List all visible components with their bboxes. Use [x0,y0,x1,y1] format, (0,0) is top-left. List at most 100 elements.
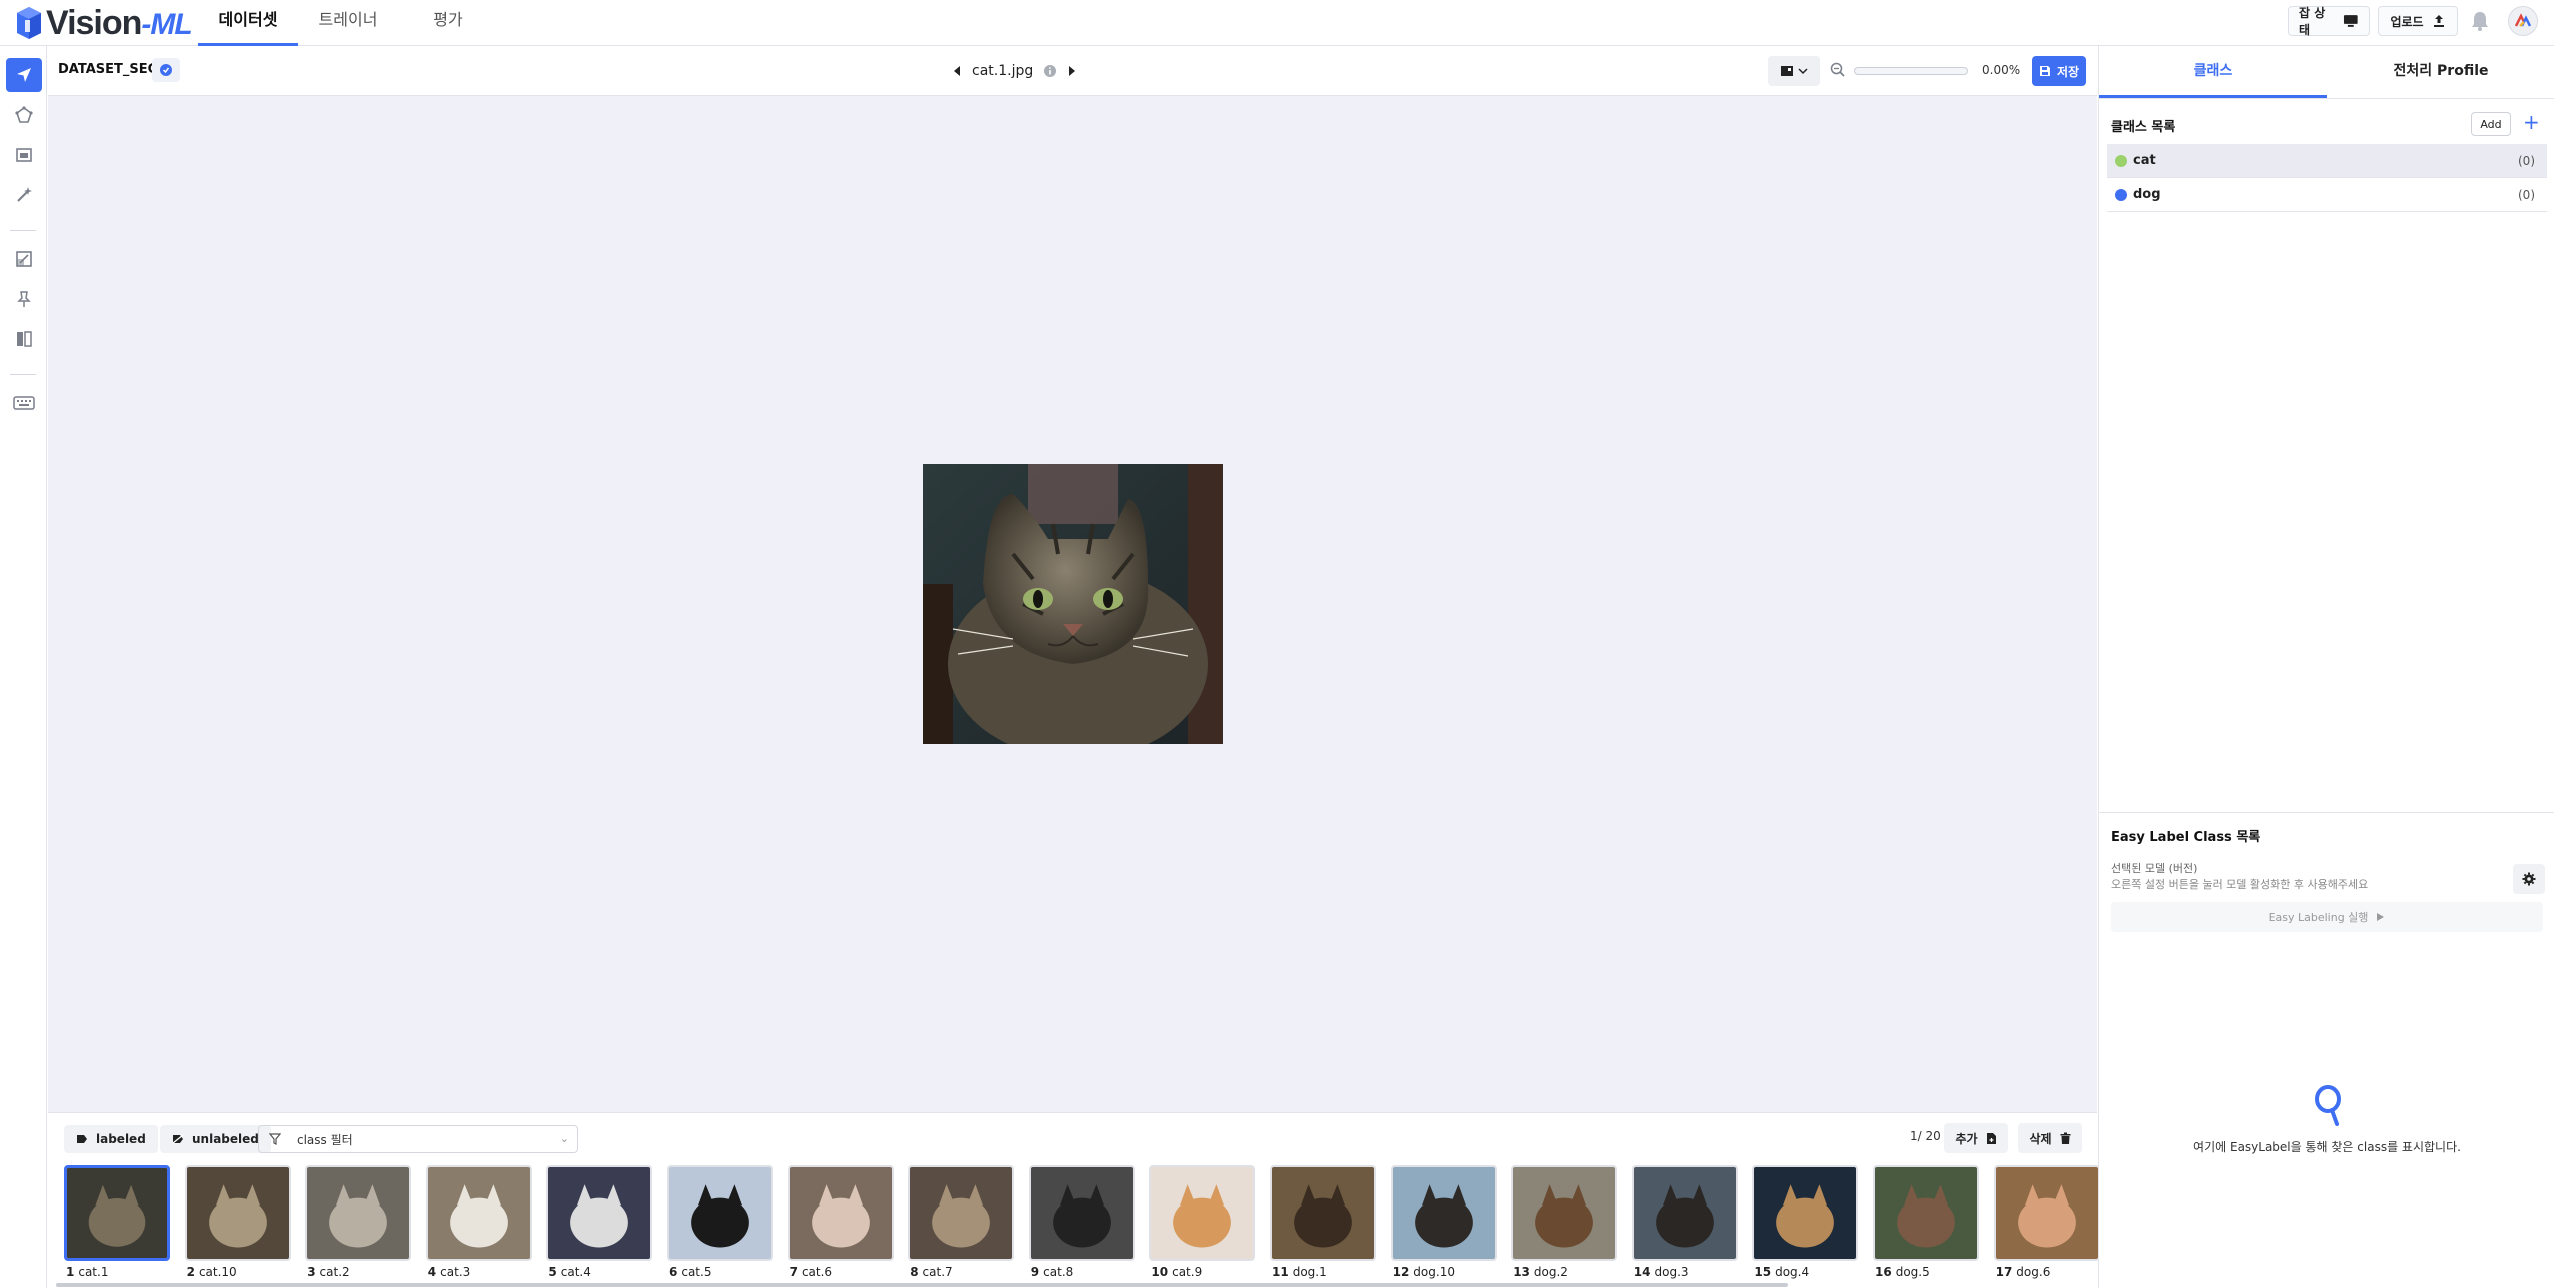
thumbnail-item[interactable] [1873,1165,1979,1261]
thumbnail-item[interactable] [425,1165,532,1261]
thumbnail-item[interactable] [1270,1165,1376,1261]
dataset-name: DATASET_SEG [58,62,159,77]
thumbnail-label: 14 dog.3 [1634,1265,1689,1279]
thumbnail-item[interactable] [1149,1165,1256,1261]
view-mode-select[interactable] [1768,56,1820,86]
nav-tab-dataset[interactable]: 데이터셋 [198,0,298,46]
nav-tab-evaluation[interactable]: 평가 [398,0,498,46]
crop-tool[interactable] [6,242,42,276]
thumbnail-name: cat.1 [78,1265,109,1279]
dataset-info-button[interactable] [152,58,180,82]
class-filter-select[interactable]: class 필터 ⌄ [258,1125,578,1153]
easy-label-title: Easy Label Class 목록 [2111,830,2261,845]
thumbnail-number: 7 [789,1265,798,1279]
thumbnail-image [1754,1167,1857,1259]
thumbnail-name: cat.6 [801,1265,833,1279]
upload-label: 업로드 [2390,14,2424,29]
thumbnail-image [1151,1167,1254,1259]
file-info-icon[interactable] [1043,64,1057,78]
save-button[interactable]: 저장 [2032,56,2086,86]
app-logo[interactable]: Vision-ML [16,4,193,42]
class-list-title: 클래스 목록 [2111,120,2176,135]
polygon-tool[interactable] [6,98,42,132]
keyboard-tool[interactable] [6,386,42,420]
thumbnail-item[interactable] [787,1165,894,1261]
class-filter-placeholder: class 필터 [297,1132,353,1147]
model-settings-button[interactable] [2513,864,2545,894]
thumbnail-number: 3 [307,1265,316,1279]
chevron-down-icon: ⌄ [559,1132,569,1145]
thumbnail-image [1995,1167,2098,1259]
annotation-canvas[interactable] [48,96,2097,1112]
workspace-toolbar: DATASET_SEG cat.1.jpg 0.00% 저장 [48,46,2097,96]
thumbnail-image [1633,1167,1736,1259]
thumbnail-image [307,1167,410,1259]
thumbnail-item[interactable] [64,1165,170,1261]
filmstrip: labeled unlabeled class 필터 ⌄ 1/ 20 추가 삭제… [48,1112,2100,1288]
user-avatar[interactable] [2508,6,2538,36]
zoom-icon[interactable] [1830,62,1846,78]
thumbnail-number: 12 [1392,1265,1410,1279]
thumbnail-item[interactable] [305,1165,412,1261]
thumbnail-item[interactable] [1993,1165,2100,1261]
thumbnail-item[interactable] [1028,1165,1135,1261]
class-row-cat[interactable]: cat (0) [2107,144,2547,178]
thumbnail-name: cat.4 [560,1265,591,1279]
model-hint: 오른쪽 설정 버튼을 눌러 모델 활성화한 후 사용해주세요 [2111,878,2369,891]
prev-image-icon[interactable] [952,65,962,77]
delete-image-label: 삭제 [2029,1131,2052,1146]
filmstrip-scrollbar[interactable] [56,1283,1788,1287]
tab-preprocess-profile[interactable]: 전처리 Profile [2327,46,2554,98]
zoom-slider[interactable] [1854,67,1968,75]
add-class-button[interactable]: Add [2471,112,2511,136]
class-name: cat [2133,153,2156,168]
thumbnail-item[interactable] [908,1165,1015,1261]
app-root: Vision-ML 데이터셋 트레이너 평가 잡 상태 업로드 DATASET_… [0,0,2554,1288]
bell-icon[interactable] [2470,10,2490,32]
thumbnail-item[interactable] [1511,1165,1618,1261]
class-row-dog[interactable]: dog (0) [2107,178,2547,212]
thumbnail-name: cat.3 [440,1265,471,1279]
thumbnail-label: 2 cat.10 [187,1265,237,1279]
thumbnail-label: 15 dog.4 [1754,1265,1809,1279]
class-count: (0) [2518,187,2535,202]
magic-wand-tool[interactable] [6,178,42,212]
thumbnail-label: 4 cat.3 [428,1265,470,1279]
thumbnail-number: 8 [910,1265,919,1279]
labeled-filter-chip[interactable]: labeled [64,1125,158,1153]
compare-tool[interactable] [6,322,42,356]
add-file-icon [1986,1132,1996,1144]
thumbnail-item[interactable] [546,1165,653,1261]
thumbnail-number: 13 [1513,1265,1530,1279]
delete-image-button[interactable]: 삭제 [2018,1123,2082,1153]
thumbnail-name: dog.6 [2016,1265,2051,1279]
unlabeled-filter-chip[interactable]: unlabeled [160,1125,271,1153]
next-image-icon[interactable] [1067,65,1077,77]
panel-divider [2099,812,2554,813]
easy-labeling-run-button[interactable]: Easy Labeling 실행 [2111,902,2543,932]
job-status-button[interactable]: 잡 상태 [2288,6,2370,37]
thumbnail-item[interactable] [1390,1165,1497,1261]
rail-divider [10,230,36,231]
add-image-button[interactable]: 추가 [1944,1123,2008,1153]
thumbnail-item[interactable] [1752,1165,1859,1261]
thumbnail-item[interactable] [667,1165,773,1261]
bbox-tool[interactable] [6,138,42,172]
logo-cube-icon [17,7,41,39]
thumbnail-image [1392,1167,1495,1259]
pin-tool[interactable] [6,282,42,316]
polygon-icon [15,106,33,123]
nav-tab-trainer[interactable]: 트레이너 [298,0,398,46]
save-icon [2039,66,2050,76]
zoom-value: 0.00% [1982,63,2021,77]
plus-icon[interactable]: + [2523,110,2540,134]
tab-classes[interactable]: 클래스 [2099,46,2327,98]
thumbnail-number: 14 [1633,1265,1651,1279]
thumbnail-label: 16 dog.5 [1875,1265,1930,1279]
thumbnail-item[interactable] [184,1165,291,1261]
upload-button[interactable]: 업로드 [2378,6,2458,36]
thumbnail-item[interactable] [1631,1165,1738,1261]
trash-icon [2060,1132,2071,1144]
navigate-tool[interactable] [6,58,42,92]
thumbnail-number: 5 [548,1265,557,1279]
